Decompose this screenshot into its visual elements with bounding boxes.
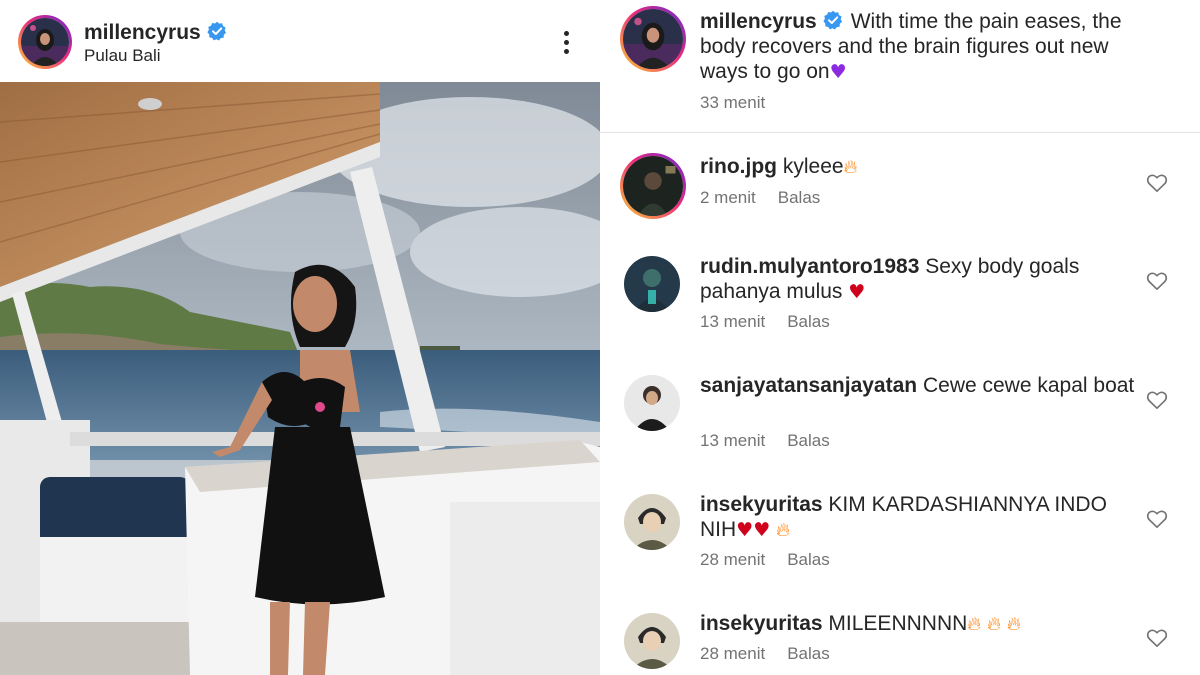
reply-button[interactable]: Balas	[787, 312, 830, 331]
comment-time: 13 menit	[700, 431, 766, 450]
red-heart-icon: ♥	[848, 281, 866, 303]
comment-username[interactable]: sanjayatansanjayatan	[700, 374, 917, 397]
comment-text-block: rino.jpg kyleee🔥︎	[700, 154, 1140, 180]
commenter-avatar[interactable]	[624, 256, 680, 312]
comment-username[interactable]: insekyuritas	[700, 612, 823, 635]
comment-text: MILEENNNNN	[828, 612, 968, 635]
verified-badge-icon	[207, 21, 226, 41]
comment-text: Cewe cewe kapal boat	[922, 374, 1135, 397]
reply-button[interactable]: Balas	[787, 431, 830, 450]
author-avatar[interactable]	[18, 15, 72, 69]
comment-time: 13 menit	[700, 312, 766, 331]
comment-meta: 2 menit Balas	[700, 188, 820, 208]
comment-meta: 28 menit Balas	[700, 550, 830, 570]
comment-time: 2 menit	[700, 188, 756, 207]
post-photo[interactable]	[0, 82, 600, 675]
comment-username[interactable]: insekyuritas	[700, 493, 823, 516]
commenter-avatar[interactable]	[624, 494, 680, 550]
comment-meta: 28 menit Balas	[700, 644, 830, 664]
caption-author-avatar[interactable]	[620, 6, 686, 72]
like-heart-icon[interactable]	[1146, 390, 1168, 410]
commenter-avatar[interactable]	[624, 613, 680, 669]
post-caption: millencyrus With time the pain eases, th…	[600, 0, 1200, 133]
fire-icon: 🔥︎	[843, 156, 858, 178]
comment-text-block: insekyuritas KIM KARDASHIANNYA INDO NIH♥…	[700, 492, 1140, 543]
caption-text-block: millencyrus With time the pain eases, th…	[700, 9, 1140, 85]
comment-username[interactable]: rudin.mulyantoro1983	[700, 255, 919, 278]
fire-icon: 🔥︎	[987, 613, 1002, 635]
caption-time: 33 menit	[700, 93, 766, 112]
comment-meta: 13 menit Balas	[700, 312, 830, 332]
comments-panel: millencyrus With time the pain eases, th…	[600, 0, 1200, 675]
reply-button[interactable]: Balas	[778, 188, 821, 207]
comment-text-block: sanjayatansanjayatan Cewe cewe kapal boa…	[700, 373, 1140, 398]
fire-icon: 🔥︎	[967, 613, 982, 635]
red-heart-icon: ♥	[753, 519, 771, 541]
red-heart-icon: ♥	[736, 519, 754, 541]
fire-icon: 🔥︎	[1006, 613, 1021, 635]
comment-username[interactable]: rino.jpg	[700, 155, 777, 178]
author-username[interactable]: millencyrus	[84, 21, 201, 44]
author-username-row: millencyrus	[84, 21, 227, 45]
comment-text: kyleee	[782, 155, 844, 178]
commenter-avatar[interactable]	[624, 375, 680, 431]
purple-heart-icon: ♥	[829, 61, 847, 83]
fire-icon: 🔥︎	[776, 519, 791, 541]
comment-time: 28 menit	[700, 644, 766, 663]
caption-username[interactable]: millencyrus	[700, 10, 817, 33]
comment-meta: 13 menit Balas	[700, 431, 830, 451]
comment-text-block: insekyuritas MILEENNNNN🔥︎ 🔥︎ 🔥︎	[700, 611, 1140, 637]
verified-badge-icon	[823, 10, 842, 30]
caption-meta: 33 menit	[700, 93, 765, 113]
like-heart-icon[interactable]	[1146, 271, 1168, 291]
reply-button[interactable]: Balas	[787, 550, 830, 569]
like-heart-icon[interactable]	[1146, 173, 1168, 193]
like-heart-icon[interactable]	[1146, 628, 1168, 648]
comment-text-block: rudin.mulyantoro1983 Sexy body goals pah…	[700, 254, 1140, 305]
reply-button[interactable]: Balas	[787, 644, 830, 663]
comment-time: 28 menit	[700, 550, 766, 569]
post-location[interactable]: Pulau Bali	[84, 46, 161, 66]
post-header: millencyrus Pulau Bali	[0, 0, 600, 82]
like-heart-icon[interactable]	[1146, 509, 1168, 529]
more-options-icon[interactable]	[552, 28, 580, 58]
commenter-avatar[interactable]	[620, 153, 686, 219]
